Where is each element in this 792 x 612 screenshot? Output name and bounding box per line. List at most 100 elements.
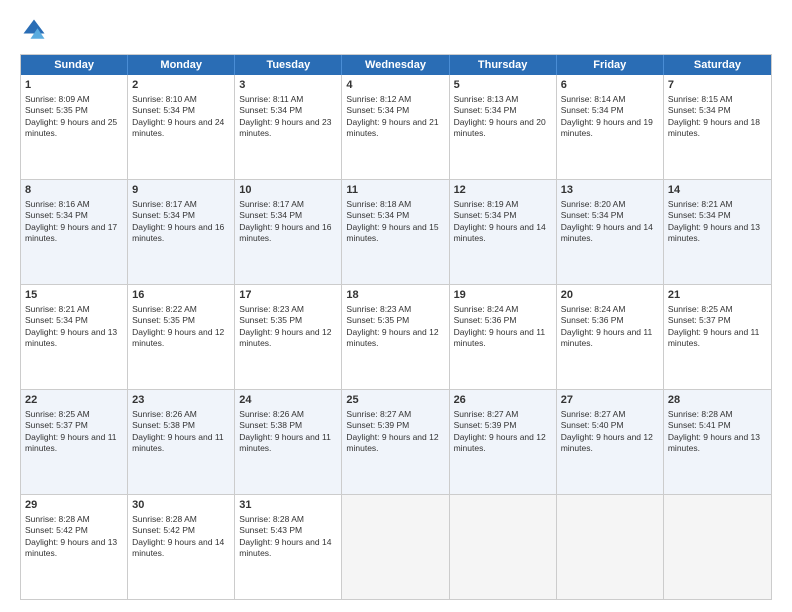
daylight: Daylight: 9 hours and 11 minutes. (668, 327, 760, 348)
sunset: Sunset: 5:39 PM (346, 420, 409, 430)
header-day-wednesday: Wednesday (342, 55, 449, 75)
day-number: 29 (25, 498, 123, 513)
sunset: Sunset: 5:35 PM (239, 315, 302, 325)
day-cell-24: 24Sunrise: 8:26 AMSunset: 5:38 PM Dayligh… (235, 390, 342, 494)
day-number: 27 (561, 393, 659, 408)
sunrise: Sunrise: 8:22 AM (132, 304, 197, 314)
sunrise: Sunrise: 8:23 AM (346, 304, 411, 314)
sunrise: Sunrise: 8:12 AM (346, 94, 411, 104)
daylight: Daylight: 9 hours and 11 minutes. (561, 327, 653, 348)
calendar-week-3: 15Sunrise: 8:21 AMSunset: 5:34 PMDayligh… (21, 284, 771, 389)
sunset: Sunset: 5:42 PM (25, 525, 88, 535)
day-number: 23 (132, 393, 230, 408)
sunset: Sunset: 5:36 PM (561, 315, 624, 325)
daylight: Daylight: 9 hours and 19 minutes. (561, 117, 653, 138)
daylight: Daylight: 9 hours and 18 minutes. (668, 117, 760, 138)
header-day-tuesday: Tuesday (235, 55, 342, 75)
day-cell-2: 2Sunrise: 8:10 AMSunset: 5:34 PMDaylight… (128, 75, 235, 179)
empty-cell (450, 495, 557, 599)
day-number: 28 (668, 393, 767, 408)
sunrise: Sunrise: 8:28 AM (132, 514, 197, 524)
sunrise: Sunrise: 8:24 AM (561, 304, 626, 314)
daylight: Daylight: 9 hours and 13 minutes. (25, 327, 117, 348)
page: SundayMondayTuesdayWednesdayThursdayFrid… (0, 0, 792, 612)
sunset: Sunset: 5:34 PM (239, 105, 302, 115)
calendar-week-2: 8Sunrise: 8:16 AMSunset: 5:34 PMDaylight… (21, 179, 771, 284)
day-number: 12 (454, 183, 552, 198)
daylight: Daylight: 9 hours and 14 minutes. (132, 537, 224, 558)
day-number: 4 (346, 78, 444, 93)
day-number: 17 (239, 288, 337, 303)
sunrise: Sunrise: 8:27 AM (561, 409, 626, 419)
sunrise: Sunrise: 8:27 AM (346, 409, 411, 419)
sunset: Sunset: 5:35 PM (132, 315, 195, 325)
sunset: Sunset: 5:34 PM (454, 105, 517, 115)
day-cell-13: 13Sunrise: 8:20 AMSunset: 5:34 PMDayligh… (557, 180, 664, 284)
day-number: 20 (561, 288, 659, 303)
header-day-monday: Monday (128, 55, 235, 75)
sunset: Sunset: 5:34 PM (25, 315, 88, 325)
daylight: Daylight: 9 hours and 24 minutes. (132, 117, 224, 138)
sunset: Sunset: 5:34 PM (25, 210, 88, 220)
daylight: Daylight: 9 hours and 12 minutes. (346, 432, 438, 453)
sunset: Sunset: 5:34 PM (132, 210, 195, 220)
sunrise: Sunrise: 8:21 AM (25, 304, 90, 314)
day-cell-23: 23Sunrise: 8:26 AMSunset: 5:38 PMDayligh… (128, 390, 235, 494)
day-cell-4: 4Sunrise: 8:12 AMSunset: 5:34 PM Daylight… (342, 75, 449, 179)
sunrise: Sunrise: 8:17 AM (132, 199, 197, 209)
daylight: Daylight: 9 hours and 13 minutes. (668, 222, 760, 243)
day-cell-28: 28Sunrise: 8:28 AMSunset: 5:41 PMDayligh… (664, 390, 771, 494)
calendar-week-4: 22Sunrise: 8:25 AMSunset: 5:37 PMDayligh… (21, 389, 771, 494)
sunset: Sunset: 5:34 PM (561, 105, 624, 115)
daylight: Daylight: 9 hours and 11 minutes. (25, 432, 117, 453)
logo-icon (20, 16, 48, 44)
day-cell-22: 22Sunrise: 8:25 AMSunset: 5:37 PMDayligh… (21, 390, 128, 494)
daylight: Daylight: 9 hours and 14 minutes. (561, 222, 653, 243)
day-number: 11 (346, 183, 444, 198)
sunset: Sunset: 5:34 PM (561, 210, 624, 220)
day-number: 9 (132, 183, 230, 198)
sunrise: Sunrise: 8:26 AM (239, 409, 304, 419)
daylight: Daylight: 9 hours and 12 minutes. (239, 327, 331, 348)
sunrise: Sunrise: 8:28 AM (25, 514, 90, 524)
day-cell-7: 7Sunrise: 8:15 AMSunset: 5:34 PMDaylight… (664, 75, 771, 179)
day-cell-17: 17Sunrise: 8:23 AMSunset: 5:35 PMDayligh… (235, 285, 342, 389)
day-cell-1: 1Sunrise: 8:09 AMSunset: 5:35 PMDaylight… (21, 75, 128, 179)
daylight: Daylight: 9 hours and 12 minutes. (346, 327, 438, 348)
day-cell-16: 16Sunrise: 8:22 AMSunset: 5:35 PMDayligh… (128, 285, 235, 389)
day-cell-21: 21Sunrise: 8:25 AMSunset: 5:37 PMDayligh… (664, 285, 771, 389)
sunrise: Sunrise: 8:10 AM (132, 94, 197, 104)
calendar: SundayMondayTuesdayWednesdayThursdayFrid… (20, 54, 772, 600)
day-cell-18: 18Sunrise: 8:23 AMSunset: 5:35 PMDayligh… (342, 285, 449, 389)
sunset: Sunset: 5:38 PM (239, 420, 302, 430)
daylight: Daylight: 9 hours and 17 minutes. (25, 222, 117, 243)
day-number: 30 (132, 498, 230, 513)
daylight: Daylight: 9 hours and 14 minutes. (454, 222, 546, 243)
day-number: 1 (25, 78, 123, 93)
daylight: Daylight: 9 hours and 14 minutes. (239, 537, 331, 558)
sunrise: Sunrise: 8:11 AM (239, 94, 303, 104)
day-cell-10: 10Sunrise: 8:17 AMSunset: 5:34 PMDayligh… (235, 180, 342, 284)
daylight: Daylight: 9 hours and 20 minutes. (454, 117, 546, 138)
sunrise: Sunrise: 8:27 AM (454, 409, 519, 419)
day-number: 6 (561, 78, 659, 93)
sunrise: Sunrise: 8:20 AM (561, 199, 626, 209)
sunset: Sunset: 5:38 PM (132, 420, 195, 430)
sunset: Sunset: 5:34 PM (346, 105, 409, 115)
day-cell-30: 30Sunrise: 8:28 AMSunset: 5:42 PMDayligh… (128, 495, 235, 599)
sunrise: Sunrise: 8:14 AM (561, 94, 626, 104)
daylight: Daylight: 9 hours and 21 minutes. (346, 117, 438, 138)
sunset: Sunset: 5:34 PM (454, 210, 517, 220)
sunset: Sunset: 5:43 PM (239, 525, 302, 535)
sunrise: Sunrise: 8:18 AM (346, 199, 411, 209)
header-day-saturday: Saturday (664, 55, 771, 75)
sunrise: Sunrise: 8:25 AM (25, 409, 90, 419)
day-number: 21 (668, 288, 767, 303)
sunrise: Sunrise: 8:25 AM (668, 304, 733, 314)
day-number: 16 (132, 288, 230, 303)
sunrise: Sunrise: 8:28 AM (239, 514, 304, 524)
daylight: Daylight: 9 hours and 12 minutes. (561, 432, 653, 453)
day-number: 24 (239, 393, 337, 408)
sunset: Sunset: 5:34 PM (239, 210, 302, 220)
daylight: Daylight: 9 hours and 11 minutes. (239, 432, 331, 453)
